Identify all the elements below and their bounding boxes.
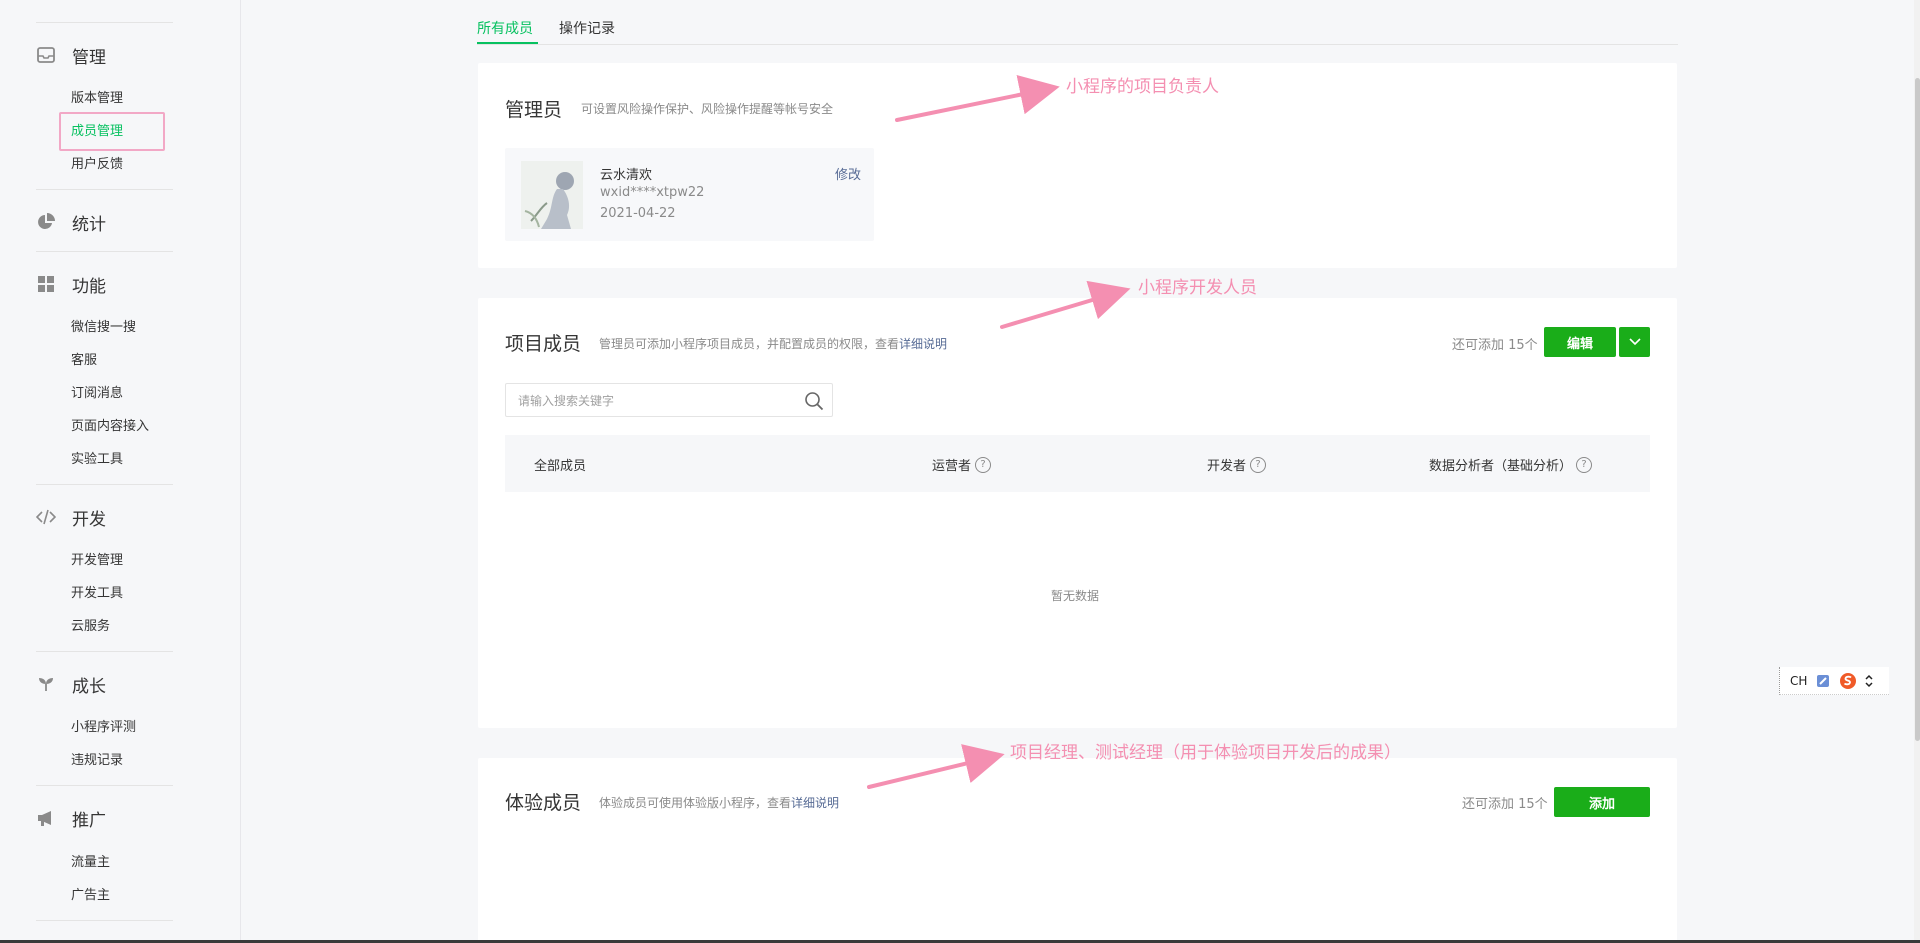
ime-tool-icon[interactable] bbox=[1815, 673, 1831, 689]
scrollbar-thumb[interactable] bbox=[1915, 78, 1920, 741]
annotation-experience-note: 项目经理、测试经理（用于体验项目开发后的成果） bbox=[1010, 743, 1401, 763]
annotation-admin-note: 小程序的项目负责人 bbox=[1066, 77, 1219, 97]
ime-menu-icon[interactable] bbox=[1865, 673, 1873, 689]
ime-language-label[interactable]: CH bbox=[1790, 674, 1807, 688]
annotation-arrow-admin bbox=[895, 75, 1060, 122]
annotation-arrows bbox=[867, 75, 1131, 789]
annotation-arrow-experience bbox=[867, 744, 1005, 789]
sogou-icon[interactable] bbox=[1839, 672, 1857, 690]
annotation-project-note: 小程序开发人员 bbox=[1138, 278, 1257, 298]
annotation-arrow-project bbox=[1000, 280, 1131, 329]
ime-toolbar[interactable]: CH bbox=[1779, 667, 1889, 695]
